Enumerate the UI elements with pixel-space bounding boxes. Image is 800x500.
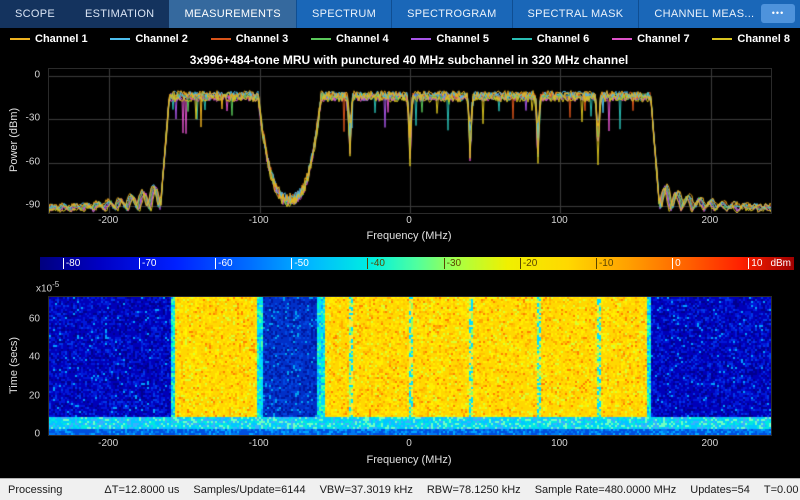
colorbar-tick-label: 0 <box>672 258 681 269</box>
spectrum-analyzer-window: SCOPEESTIMATIONMEASUREMENTS SPECTRUMSPEC… <box>0 0 800 500</box>
legend-label: Channel 8 <box>737 33 790 45</box>
legend-item-channel-3[interactable]: Channel 3 <box>211 33 289 45</box>
spectrum-y-axis: 0 -30 -60 -90 <box>0 68 44 212</box>
y-tick-label: -90 <box>26 199 40 210</box>
x-tick-label: 100 <box>551 215 568 226</box>
legend-label: Channel 6 <box>537 33 590 45</box>
legend-label: Channel 5 <box>436 33 489 45</box>
channel-5-color-swatch <box>411 38 431 40</box>
tab-list-main: SCOPEESTIMATIONMEASUREMENTS <box>0 0 296 28</box>
spectrogram-xlabel: Frequency (MHz) <box>48 454 770 466</box>
spectrum-plot-canvas[interactable] <box>48 68 772 214</box>
legend-item-channel-6[interactable]: Channel 6 <box>512 33 590 45</box>
status-bar: Processing ΔT=12.8000 us Samples/Update=6… <box>0 478 800 500</box>
legend-item-channel-8[interactable]: Channel 8 <box>712 33 790 45</box>
channel-6-color-swatch <box>512 38 532 40</box>
x-tick-label: -100 <box>249 438 269 449</box>
status-items: ΔT=12.8000 us Samples/Update=6144 VBW=37.3… <box>104 484 798 496</box>
tab-scope[interactable]: SCOPE <box>0 0 70 28</box>
y-tick-label: -30 <box>26 113 40 124</box>
colorbar-tick-label: -40 <box>367 258 384 269</box>
channel-legend: Channel 1 Channel 2 Channel 3 Channel 4 Chan… <box>0 28 800 50</box>
channel-2-color-swatch <box>110 38 130 40</box>
x-tick-label: 200 <box>701 438 718 449</box>
spectrogram-y-axis: 0204060 <box>0 296 44 434</box>
y-tick-label: 0 <box>34 429 40 440</box>
y-tick-label: 0 <box>34 70 40 81</box>
spectrogram-colorbar: dBm -80 -70 -60 -50 -40 -30 -20 -10 0 10 <box>40 257 794 270</box>
legend-label: Channel 3 <box>236 33 289 45</box>
spectrum-xlabel: Frequency (MHz) <box>48 230 770 242</box>
time-axis-multiplier: x10-5 <box>36 280 59 294</box>
channel-3-color-swatch <box>211 38 231 40</box>
spectrum-panel: 3x996+484-tone MRU with punctured 40 MHz… <box>0 50 800 252</box>
legend-item-channel-7[interactable]: Channel 7 <box>612 33 690 45</box>
y-tick-label: 40 <box>29 352 40 363</box>
colorbar-tick-label: -60 <box>215 258 232 269</box>
status-item: T=0.00 <box>764 484 799 496</box>
spectrum-title: 3x996+484-tone MRU with punctured 40 MHz… <box>48 53 770 67</box>
tab-list-contextual: SPECTRUMSPECTROGRAMSPECTRAL MASKCHANNEL … <box>296 0 800 28</box>
colorbar-tick-label: -70 <box>139 258 156 269</box>
x-tick-label: -100 <box>249 215 269 226</box>
colorbar-tick-label: 10 <box>748 258 762 269</box>
colorbar-unit-label: dBm <box>770 258 791 269</box>
legend-label: Channel 1 <box>35 33 88 45</box>
spectrogram-plot-canvas[interactable] <box>48 296 772 436</box>
legend-item-channel-4[interactable]: Channel 4 <box>311 33 389 45</box>
legend-item-channel-5[interactable]: Channel 5 <box>411 33 489 45</box>
colorbar-tick-label: -50 <box>291 258 308 269</box>
colorbar-tick-label: -30 <box>444 258 461 269</box>
legend-label: Channel 2 <box>135 33 188 45</box>
x-tick-label: 100 <box>551 438 568 449</box>
colorbar-tick-label: -10 <box>596 258 613 269</box>
tab-spectral-mask[interactable]: SPECTRAL MASK <box>512 0 639 28</box>
legend-label: Channel 4 <box>336 33 389 45</box>
tab-measurements[interactable]: MEASUREMENTS <box>169 0 296 28</box>
channel-8-color-swatch <box>712 38 732 40</box>
status-item: ΔT=12.8000 us <box>104 484 179 496</box>
y-tick-label: -60 <box>26 156 40 167</box>
status-item: RBW=78.1250 kHz <box>427 484 521 496</box>
toolstrip-tabbar: SCOPEESTIMATIONMEASUREMENTS SPECTRUMSPEC… <box>0 0 800 28</box>
x-tick-label: 0 <box>406 438 412 449</box>
channel-4-color-swatch <box>311 38 331 40</box>
legend-label: Channel 7 <box>637 33 690 45</box>
status-item: Samples/Update=6144 <box>193 484 305 496</box>
channel-1-color-swatch <box>10 38 30 40</box>
legend-item-channel-1[interactable]: Channel 1 <box>10 33 88 45</box>
status-item: Updates=54 <box>690 484 750 496</box>
colorbar-tick-label: -80 <box>63 258 80 269</box>
y-tick-label: 60 <box>29 314 40 325</box>
x-tick-label: -200 <box>98 438 118 449</box>
tab-spectrogram[interactable]: SPECTROGRAM <box>391 0 511 28</box>
tab-channel-meas[interactable]: CHANNEL MEAS... <box>638 0 769 28</box>
x-tick-label: 200 <box>701 215 718 226</box>
tab-estimation[interactable]: ESTIMATION <box>70 0 169 28</box>
legend-item-channel-2[interactable]: Channel 2 <box>110 33 188 45</box>
x-tick-label: -200 <box>98 215 118 226</box>
toolstrip-overflow-button[interactable]: ••• <box>761 4 795 23</box>
colorbar-tick-label: -20 <box>520 258 537 269</box>
tab-spectrum[interactable]: SPECTRUM <box>296 0 391 28</box>
y-tick-label: 20 <box>29 390 40 401</box>
x-tick-label: 0 <box>406 215 412 226</box>
status-state: Processing <box>8 484 62 496</box>
spectrogram-panel: dBm -80-70-60-50-40-30-20-10010 x10-5 Ti… <box>0 252 800 478</box>
channel-7-color-swatch <box>612 38 632 40</box>
status-item: Sample Rate=480.0000 MHz <box>535 484 677 496</box>
status-item: VBW=37.3019 kHz <box>320 484 413 496</box>
spectrum-x-axis: -200 -100 0 100 200 <box>48 215 770 227</box>
spectrogram-x-axis: -200 -100 0 100 200 <box>48 438 770 450</box>
